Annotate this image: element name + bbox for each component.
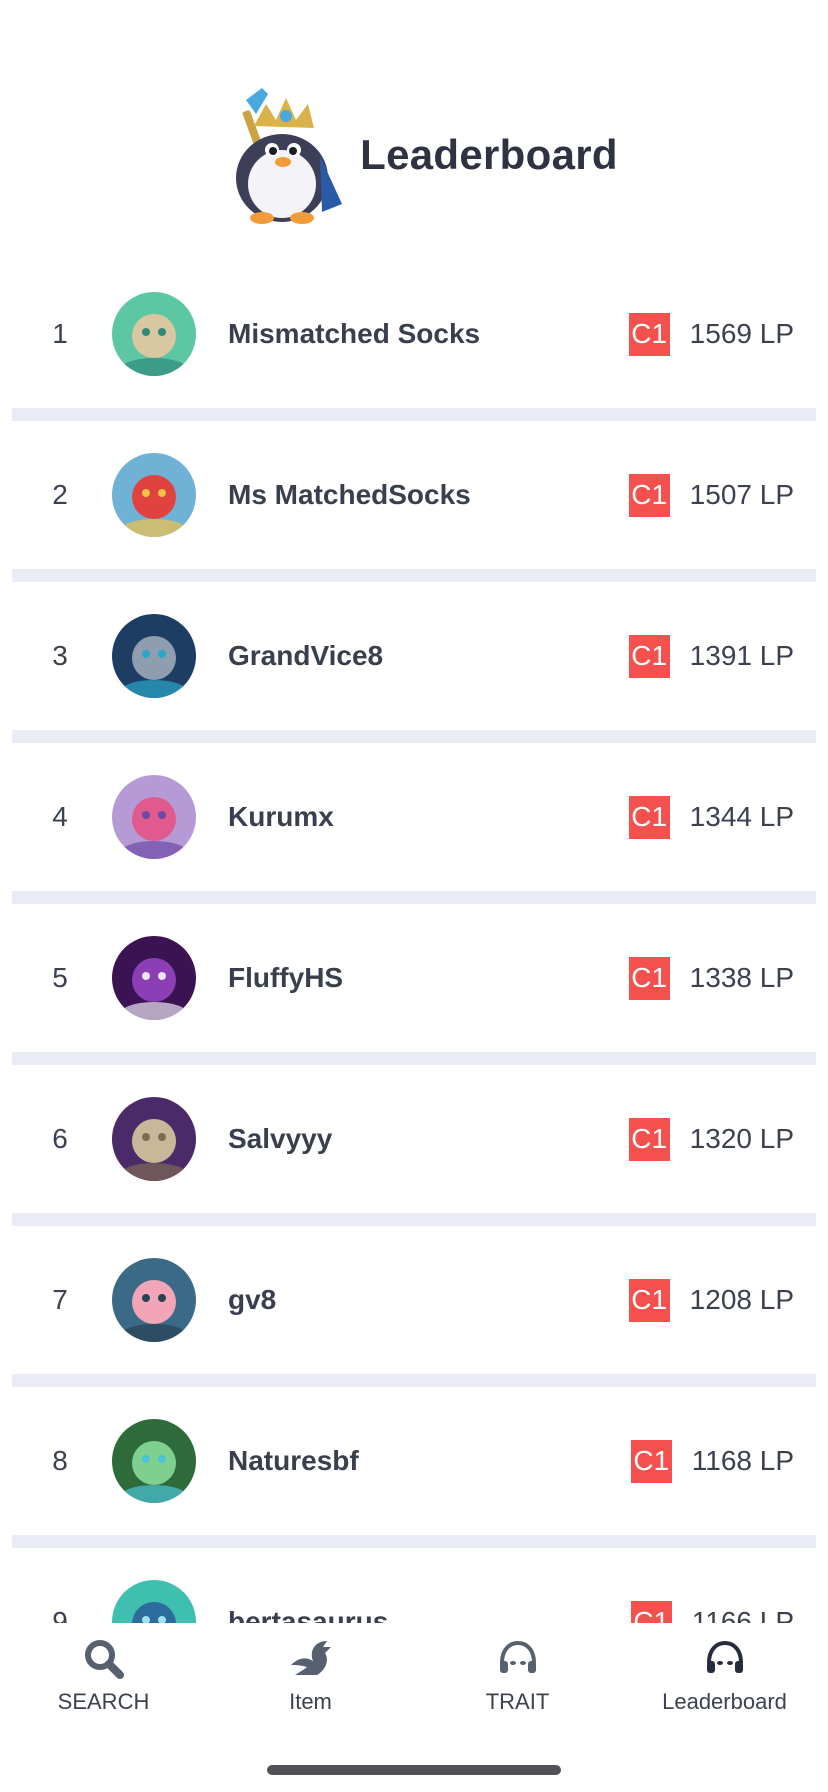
player-avatar [112,936,196,1020]
row-separator [12,569,816,582]
tier-badge: C1 [628,956,670,1000]
player-avatar [112,1258,196,1342]
page-title: Leaderboard [360,131,618,178]
league-points: 1320 LP [689,1123,794,1154]
league-points: 1507 LP [689,479,794,510]
rank-number: 4 [52,801,68,832]
tier-badge: C1 [628,312,670,356]
row-separator [12,408,816,421]
row-separator [12,1374,816,1387]
nav-label-trait: TRAIT [485,1689,550,1714]
player-avatar [112,292,196,376]
player-name: GrandVice8 [228,640,384,671]
row-separator [12,1213,816,1226]
player-avatar [112,1097,196,1181]
leaderboard-screen: Leaderboard 1 Mismatched Socks C1 1569 L… [0,0,828,1792]
player-avatar [112,1419,196,1503]
player-name: Kurumx [228,801,334,832]
headset-icon [499,1640,536,1673]
home-indicator [267,1765,561,1775]
row-separator [12,730,816,743]
nav-label-item: Item [289,1689,332,1714]
player-name: Mismatched Socks [228,318,481,349]
league-points: 1168 LP [691,1445,794,1476]
rank-number: 5 [52,962,68,993]
row-separator [12,1052,816,1065]
tier-badge: C1 [628,1117,670,1161]
penguin-mascot-icon [236,88,343,224]
row-separator [12,891,816,904]
nav-label-search: SEARCH [57,1689,150,1714]
rank-number: 8 [52,1445,68,1476]
player-name: gv8 [228,1284,277,1315]
tier-badge: C1 [630,1439,672,1483]
rank-number: 2 [52,479,68,510]
leaderboard-row[interactable]: 5 FluffyHS C1 1338 LP [0,904,828,1065]
player-name: Naturesbf [228,1445,359,1476]
bottom-nav: SEARCH Item TRAIT Leaderboard [0,1623,828,1792]
tier-badge: C1 [628,795,670,839]
leaderboard-row[interactable]: 8 Naturesbf C1 1168 LP [0,1387,828,1548]
player-name: FluffyHS [228,962,344,993]
player-avatar [112,453,196,537]
leaderboard-row[interactable]: 4 Kurumx C1 1344 LP [0,743,828,904]
rank-number: 7 [52,1284,68,1315]
nav-label-leaderboard: Leaderboard [662,1689,787,1714]
player-name: bertasaurus [228,1606,389,1623]
leaderboard-row[interactable]: 7 gv8 C1 1208 LP [0,1226,828,1387]
leaderboard-row[interactable]: 9 bertasaurus C1 1166 LP [0,1548,828,1623]
nav-item-search[interactable]: SEARCH [0,1635,207,1725]
rank-number: 1 [52,318,68,349]
player-name: Ms MatchedSocks [228,479,471,510]
league-points: 1208 LP [689,1284,794,1315]
tier-badge: C1 [628,1278,670,1322]
row-separator [12,1535,816,1548]
leaderboard-row[interactable]: 2 Ms MatchedSocks C1 1507 LP [0,421,828,582]
leaderboard-list[interactable]: 1 Mismatched Socks C1 1569 LP 2 Ms Match… [0,260,828,1623]
rank-number: 3 [52,640,68,671]
player-avatar [112,775,196,859]
search-icon [84,1640,124,1679]
nav-item-trait[interactable]: TRAIT [414,1635,621,1725]
leaderboard-row[interactable]: 3 GrandVice8 C1 1391 LP [0,582,828,743]
player-avatar [112,614,196,698]
nav-item-leaderboard[interactable]: Leaderboard [621,1635,828,1725]
headset-icon [706,1640,743,1673]
league-points: 1391 LP [689,640,794,671]
rank-number: 6 [52,1123,68,1154]
league-points: 1166 LP [691,1606,794,1623]
league-points: 1338 LP [689,962,794,993]
dragon-icon [290,1641,331,1675]
leaderboard-row[interactable]: 6 Salvyyy C1 1320 LP [0,1065,828,1226]
player-avatar [112,1580,196,1623]
nav-item-item[interactable]: Item [207,1635,414,1725]
tier-badge: C1 [630,1600,672,1623]
header: Leaderboard [0,70,828,240]
league-points: 1569 LP [689,318,794,349]
league-points: 1344 LP [689,801,794,832]
leaderboard-row[interactable]: 1 Mismatched Socks C1 1569 LP [0,260,828,421]
player-name: Salvyyy [228,1123,333,1154]
tier-badge: C1 [628,634,670,678]
tier-badge: C1 [628,473,670,517]
rank-number: 9 [52,1606,68,1623]
